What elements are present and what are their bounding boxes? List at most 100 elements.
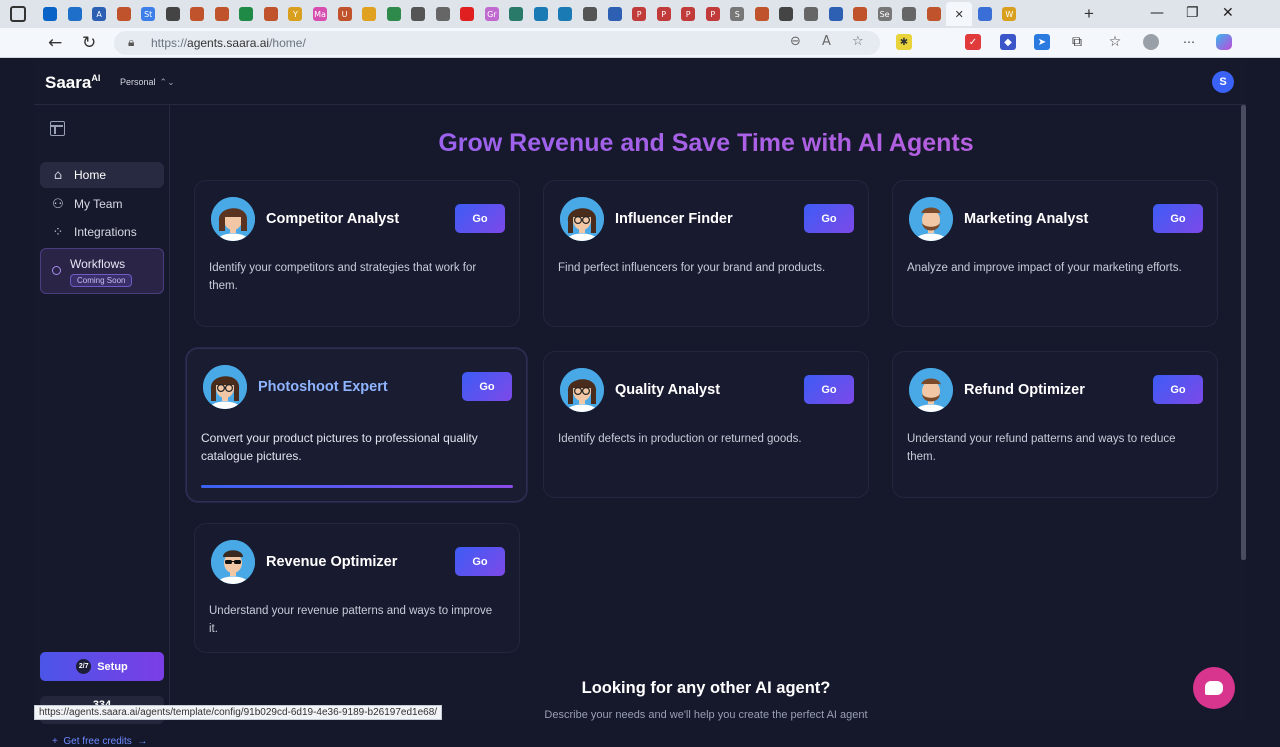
active-tab[interactable]: ✕ [946, 2, 973, 26]
browser-tab[interactable] [234, 2, 258, 26]
browser-tab[interactable]: S [725, 2, 749, 26]
close-window-icon[interactable]: ✕ [1222, 5, 1234, 21]
browser-tab[interactable]: P [676, 2, 700, 26]
browser-tab[interactable] [774, 2, 798, 26]
agent-card[interactable]: Revenue Optimizer Go Understand your reven… [194, 523, 520, 653]
go-button[interactable]: Go [1153, 375, 1203, 404]
browser-tab[interactable] [750, 2, 774, 26]
agent-card[interactable]: Marketing Analyst Go Analyze and improve i… [892, 180, 1218, 327]
browser-tab[interactable] [185, 2, 209, 26]
pinterest-icon: P [681, 7, 696, 21]
browser-tab[interactable] [603, 2, 627, 26]
browser-tab[interactable] [406, 2, 430, 26]
browser-tab[interactable] [529, 2, 553, 26]
browser-tab[interactable] [357, 2, 381, 26]
browser-tab[interactable] [578, 2, 602, 26]
browser-tab[interactable] [973, 2, 997, 26]
browser-tab[interactable] [455, 2, 479, 26]
go-button[interactable]: Go [804, 204, 854, 233]
go-button[interactable]: Go [1153, 204, 1203, 233]
agent-card[interactable]: Photoshoot Expert Go Convert your product … [186, 348, 527, 502]
browser-tab[interactable]: Se [873, 2, 897, 26]
browser-tab[interactable] [799, 2, 823, 26]
copilot-icon[interactable] [1216, 34, 1232, 50]
favorite-star-icon[interactable]: ☆ [852, 34, 864, 49]
extension-icon[interactable]: ✓ [965, 34, 981, 50]
outlook-icon [43, 7, 57, 21]
browser-tab[interactable] [553, 2, 577, 26]
favorites-icon[interactable]: ☆ [1107, 34, 1123, 50]
tab-actions-icon[interactable] [10, 6, 26, 22]
get-free-credits-link[interactable]: + Get free credits → [52, 736, 147, 747]
zoom-icon[interactable]: ⊖ [790, 34, 801, 49]
browser-tab[interactable] [259, 2, 283, 26]
lock-icon[interactable]: 🔒︎ [128, 35, 134, 50]
more-menu-icon[interactable]: ⋯ [1181, 34, 1197, 50]
brand-logo[interactable]: SaaraAI [45, 73, 100, 93]
browser-tab[interactable] [897, 2, 921, 26]
browser-tab[interactable]: A [87, 2, 111, 26]
go-button[interactable]: Go [804, 375, 854, 404]
address-bar[interactable]: 🔒︎ https://agents.saara.ai/home/ ⊖ A ☆ [114, 31, 880, 55]
workspace-switcher[interactable]: Personal ⌃⌄ [120, 77, 175, 88]
browser-tab[interactable] [38, 2, 62, 26]
tab-close-icon[interactable]: ✕ [955, 8, 964, 21]
chat-support-button[interactable] [1193, 667, 1235, 709]
new-tab-icon[interactable]: + [1084, 4, 1094, 24]
refresh-icon[interactable]: ↻ [82, 33, 96, 53]
browser-tab[interactable] [63, 2, 87, 26]
user-avatar[interactable]: S [1212, 71, 1234, 93]
browser-tab[interactable]: Ma [308, 2, 332, 26]
browser-tab[interactable] [824, 2, 848, 26]
browser-tab[interactable]: Gr [480, 2, 504, 26]
sidebar-item-label: Home [74, 168, 107, 182]
browser-tab[interactable]: P [701, 2, 725, 26]
extensions-puzzle-icon[interactable]: ⧉ [1069, 34, 1085, 50]
extension-icon[interactable]: ✱ [896, 34, 912, 50]
sidebar-item-workflows[interactable]: Workflows Coming Soon [40, 248, 164, 294]
agent-card[interactable]: Refund Optimizer Go Understand your refund… [892, 351, 1218, 498]
sidebar-item-home[interactable]: ⌂ Home [40, 162, 164, 188]
woman-glasses-avatar-icon [560, 197, 604, 241]
go-button[interactable]: Go [455, 204, 505, 233]
browser-tab[interactable]: P [652, 2, 676, 26]
profile-avatar[interactable] [1143, 34, 1159, 50]
browser-tab[interactable]: P [627, 2, 651, 26]
agent-progress-fill [201, 485, 513, 488]
browser-tab[interactable] [382, 2, 406, 26]
go-button[interactable]: Go [455, 547, 505, 576]
browser-tab[interactable] [112, 2, 136, 26]
agent-progress-bar [201, 485, 513, 488]
browser-tab[interactable]: St [136, 2, 160, 26]
page-scrollbar[interactable] [1241, 105, 1246, 560]
agent-card[interactable]: Competitor Analyst Go Identify your compet… [194, 180, 520, 327]
extension-icon[interactable]: ➤ [1034, 34, 1050, 50]
url-text[interactable]: https://agents.saara.ai/home/ [151, 36, 306, 50]
onedrive-icon [67, 7, 82, 21]
extension-icon[interactable]: ◆ [1000, 34, 1016, 50]
app-icon: St [141, 7, 156, 21]
browser-tab[interactable] [161, 2, 185, 26]
pinterest-icon: P [632, 7, 647, 21]
minimize-icon[interactable]: — [1150, 5, 1164, 21]
browser-tab[interactable] [848, 2, 872, 26]
browser-tab[interactable]: W [997, 2, 1021, 26]
maximize-icon[interactable]: ❐ [1186, 5, 1199, 21]
browser-tab[interactable] [504, 2, 528, 26]
browser-tab[interactable] [431, 2, 455, 26]
browser-tab[interactable] [922, 2, 946, 26]
sidebar-toggle-icon[interactable] [50, 121, 65, 136]
agent-card[interactable]: Influencer Finder Go Find perfect influenc… [543, 180, 869, 327]
back-icon[interactable]: ← [48, 33, 62, 53]
browser-tab[interactable] [210, 2, 234, 26]
browser-tab[interactable]: U [333, 2, 357, 26]
agent-card[interactable]: Quality Analyst Go Identify defects in pro… [543, 351, 869, 498]
sidebar-item-my-team[interactable]: ⚇ My Team [40, 191, 164, 217]
globe-icon [803, 7, 818, 21]
sidebar-item-integrations[interactable]: ⁘ Integrations [40, 219, 164, 245]
browser-tab[interactable]: Y [283, 2, 307, 26]
setup-button[interactable]: 2/7 Setup [40, 652, 164, 681]
read-aloud-icon[interactable]: A [822, 34, 831, 49]
go-button[interactable]: Go [462, 372, 512, 401]
arrow-right-icon: → [137, 736, 148, 747]
